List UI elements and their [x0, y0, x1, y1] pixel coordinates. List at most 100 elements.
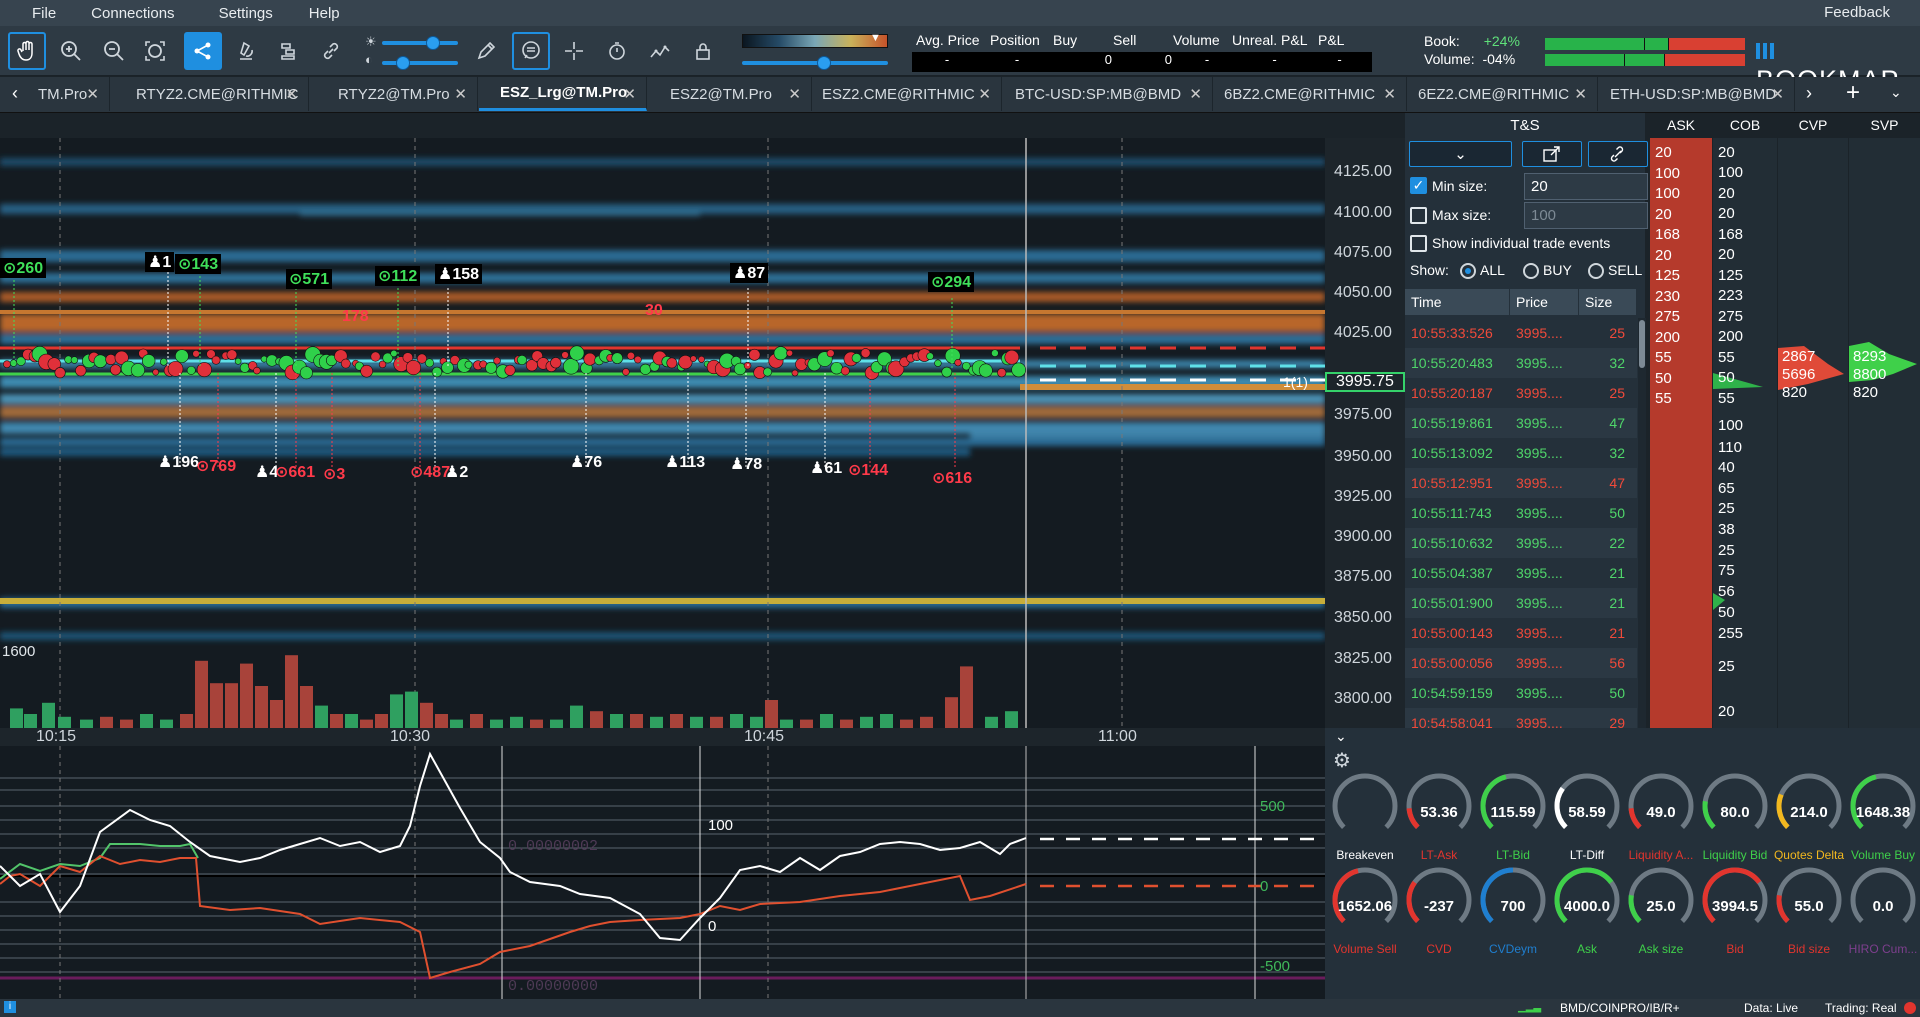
col-time[interactable]: Time	[1405, 289, 1510, 315]
trade-marker[interactable]: ⊙769	[196, 456, 236, 476]
time-axis[interactable]: 10:15 10:30 10:45 11:00	[0, 728, 1325, 746]
indicator-chart[interactable]: 0.00000002 0.00000000 100 0 500 0 -500	[0, 746, 1325, 999]
tab-esz2-cme-rithmic[interactable]: ESZ2.CME@RITHMIC ✕	[812, 77, 1002, 111]
gauge-lt-bid[interactable]: 115.59 LT-Bid	[1477, 770, 1549, 862]
menu-help[interactable]: Help	[273, 5, 340, 22]
gauge-breakeven[interactable]: Breakeven	[1329, 770, 1401, 862]
min-size-input[interactable]: 20	[1524, 173, 1648, 200]
tab-6ez2-cme-rithmic[interactable]: 6EZ2.CME@RITHMIC ✕	[1408, 77, 1598, 111]
close-icon[interactable]: ✕	[623, 85, 636, 103]
microscope-icon[interactable]	[228, 32, 266, 70]
ts-row[interactable]: 10:55:10:632 3995.... 22	[1405, 528, 1637, 558]
contrast-slider[interactable]	[382, 56, 458, 70]
tab-list-chevron-icon[interactable]: ⌄	[1890, 84, 1902, 101]
tab-rtyz2-tm-pro[interactable]: RTYZ2@TM.Pro ✕	[328, 77, 478, 111]
close-icon[interactable]: ✕	[86, 85, 99, 103]
col-size[interactable]: Size	[1579, 289, 1637, 315]
ts-scrollbar[interactable]	[1638, 318, 1646, 728]
gauge-volume-buy[interactable]: 1648.38 Volume Buy	[1847, 770, 1919, 862]
tab-scroll-right-icon[interactable]: ›	[1806, 83, 1812, 104]
close-icon[interactable]: ✕	[978, 85, 991, 103]
lock-icon[interactable]	[684, 32, 722, 70]
hand-tool-icon[interactable]	[8, 32, 46, 70]
menu-file[interactable]: File	[0, 5, 56, 22]
filter-all-radio[interactable]	[1460, 263, 1476, 279]
trade-marker[interactable]: ⊙144	[848, 460, 888, 480]
ts-row[interactable]: 10:55:01:900 3995.... 21	[1405, 588, 1637, 618]
gauge-lt-diff[interactable]: 58.59 LT-Diff	[1551, 770, 1623, 862]
heatmap-color-scale[interactable]	[742, 34, 888, 48]
filter-buy-radio[interactable]	[1523, 263, 1539, 279]
gauge-liquidity-a-[interactable]: 49.0 Liquidity A...	[1625, 770, 1697, 862]
menu-connections[interactable]: Connections	[56, 5, 174, 22]
brightness-slider[interactable]	[382, 36, 458, 50]
trade-marker[interactable]: ♟87	[730, 263, 769, 283]
ts-row[interactable]: 10:55:00:056 3995.... 56	[1405, 648, 1637, 678]
ts-row[interactable]: 10:55:13:092 3995.... 32	[1405, 438, 1637, 468]
ts-row[interactable]: 10:55:20:483 3995.... 32	[1405, 348, 1637, 378]
trade-marker[interactable]: ♟2	[445, 462, 468, 482]
trade-marker[interactable]: ♟61	[810, 458, 842, 478]
chevron-down-icon[interactable]: ▼	[870, 32, 881, 44]
ts-row[interactable]: 10:55:11:743 3995.... 50	[1405, 498, 1637, 528]
min-size-checkbox[interactable]: ✓	[1410, 177, 1427, 194]
filter-sell-radio[interactable]	[1588, 263, 1604, 279]
tab-btc-usd[interactable]: BTC-USD:SP:MB@BMD ✕	[1005, 77, 1213, 111]
gauge-hiro-cum-[interactable]: 0.0 HIRO Cum...	[1847, 864, 1919, 956]
zoom-out-icon[interactable]	[95, 32, 133, 70]
trade-marker[interactable]: ⊙661	[275, 462, 315, 482]
trade-marker[interactable]: ♟78	[730, 454, 762, 474]
trade-marker[interactable]: ♟76	[570, 452, 602, 472]
tab-scroll-left-icon[interactable]: ‹	[12, 83, 18, 104]
trade-marker[interactable]: ⊙294	[928, 272, 975, 292]
ts-row[interactable]: 10:55:20:187 3995.... 25	[1405, 378, 1637, 408]
close-icon[interactable]: ✕	[788, 85, 801, 103]
close-icon[interactable]: ✕	[1574, 85, 1587, 103]
gauge-ask[interactable]: 4000.0 Ask	[1551, 864, 1623, 956]
ts-scroll-thumb[interactable]	[1639, 320, 1645, 368]
stopwatch-icon[interactable]	[598, 32, 636, 70]
pencil-icon[interactable]	[467, 32, 505, 70]
heatmap-slider[interactable]	[742, 56, 888, 70]
show-individual-checkbox[interactable]	[1410, 235, 1427, 252]
price-axis[interactable]: 4125.00 4100.00 4075.00 4050.00 4025.00 …	[1325, 138, 1405, 728]
add-tab-icon[interactable]: +	[1846, 79, 1860, 107]
trade-marker[interactable]: ⊙3	[323, 464, 345, 484]
trade-marker[interactable]: 178	[342, 308, 369, 326]
max-size-input[interactable]: 100	[1524, 202, 1648, 229]
close-icon[interactable]: ✕	[1771, 85, 1784, 103]
trade-marker[interactable]: ♟1	[145, 252, 175, 272]
ts-export-button[interactable]	[1522, 141, 1582, 167]
ts-row[interactable]: 10:55:19:861 3995.... 47	[1405, 408, 1637, 438]
gauge-bid-size[interactable]: 55.0 Bid size	[1773, 864, 1845, 956]
trade-marker[interactable]: ♟113	[665, 452, 705, 472]
gauge-liquidity-bid[interactable]: 80.0 Liquidity Bid	[1699, 770, 1771, 862]
close-icon[interactable]: ✕	[1189, 85, 1202, 103]
zoom-in-icon[interactable]	[52, 32, 90, 70]
ts-link-button[interactable]	[1588, 141, 1648, 167]
ts-row[interactable]: 10:55:04:387 3995.... 21	[1405, 558, 1637, 588]
gauge-cvd[interactable]: -237 CVD	[1403, 864, 1475, 956]
gauge-cvdeym[interactable]: 700 CVDeym	[1477, 864, 1549, 956]
tab-6bz2-cme-rithmic[interactable]: 6BZ2.CME@RITHMIC ✕	[1214, 77, 1407, 111]
col-price[interactable]: Price	[1510, 289, 1579, 315]
ts-row[interactable]: 10:55:00:143 3995.... 21	[1405, 618, 1637, 648]
line-chart-icon[interactable]	[641, 32, 679, 70]
ts-row[interactable]: 10:55:12:951 3995.... 47	[1405, 468, 1637, 498]
menu-settings[interactable]: Settings	[175, 5, 273, 22]
gauge-quotes-delta[interactable]: 214.0 Quotes Delta	[1773, 770, 1845, 862]
crosshair-icon[interactable]	[555, 32, 593, 70]
close-icon[interactable]: ✕	[285, 85, 298, 103]
layers-icon[interactable]	[270, 32, 308, 70]
trade-marker[interactable]: ⊙112	[375, 266, 421, 286]
ts-row[interactable]: 10:55:33:526 3995.... 25	[1405, 318, 1637, 348]
trade-marker[interactable]: ⊙571	[286, 269, 333, 289]
heatmap-chart[interactable]: ⊙260 ⊙143 ♟1 ⊙571 ⊙112 ♟158 ♟87 ⊙294 178 30 ♟196 ⊙7…	[0, 138, 1325, 728]
trade-marker[interactable]: 30	[645, 302, 663, 320]
tab-esz2-tm-pro[interactable]: ESZ2@TM.Pro ✕	[660, 77, 812, 111]
gauge-volume-sell[interactable]: 1652.06 Volume Sell	[1329, 864, 1401, 956]
info-icon[interactable]: i	[4, 1001, 16, 1013]
trade-marker[interactable]: ⊙616	[932, 468, 972, 488]
trade-marker[interactable]: ⊙143	[175, 254, 222, 274]
collapse-chevron-icon[interactable]: ⌄	[1335, 728, 1347, 745]
